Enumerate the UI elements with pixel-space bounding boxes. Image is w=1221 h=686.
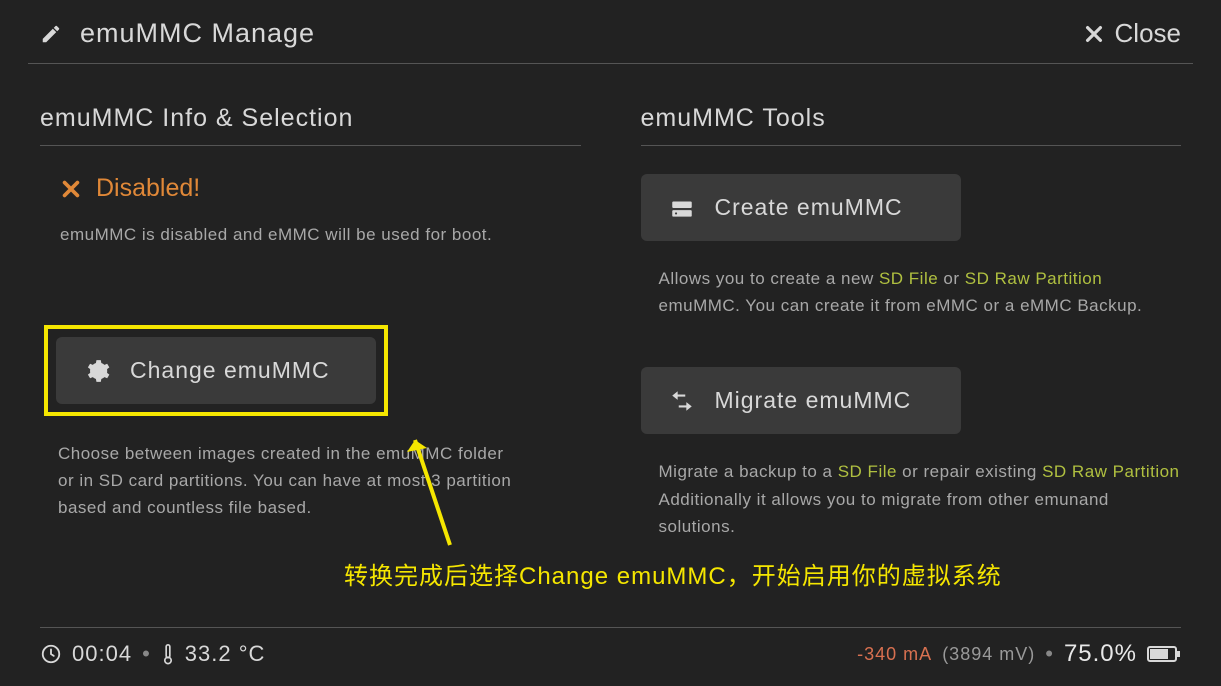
drive-icon — [669, 195, 695, 221]
section-title-tools: emuMMC Tools — [641, 104, 1182, 146]
right-column: emuMMC Tools Create emuMMC Allows you to… — [641, 104, 1182, 588]
close-label: Close — [1115, 18, 1181, 49]
close-icon — [1083, 23, 1105, 45]
clock-icon — [40, 643, 62, 665]
create-desc-or: or — [938, 269, 965, 288]
disabled-x-icon — [60, 178, 82, 200]
footer-left: 00:04 • 33.2 °C — [40, 641, 265, 667]
create-desc-sd: SD File — [879, 269, 938, 288]
migrate-icon — [669, 388, 695, 414]
footer-time: 00:04 — [72, 641, 132, 667]
change-description: Choose between images created in the emu… — [58, 440, 581, 522]
status-label: Disabled! — [96, 174, 200, 203]
migrate-desc-pre: Migrate a backup to a — [659, 462, 838, 481]
status-row: Disabled! — [60, 174, 581, 203]
change-emummc-label: Change emuMMC — [130, 357, 330, 384]
battery-icon — [1147, 644, 1181, 664]
change-desc-line3: based and countless file based. — [58, 498, 312, 517]
status-description: emuMMC is disabled and eMMC will be used… — [60, 225, 581, 245]
migrate-emummc-label: Migrate emuMMC — [715, 387, 912, 414]
migrate-desc-line3: solutions. — [659, 517, 736, 536]
migrate-description: Migrate a backup to a SD File or repair … — [659, 458, 1182, 540]
create-emummc-label: Create emuMMC — [715, 194, 903, 221]
create-desc-line2: emuMMC. You can create it from eMMC or a… — [659, 296, 1143, 315]
footer-voltage: (3894 mV) — [942, 644, 1035, 665]
pencil-icon — [40, 23, 62, 45]
footer-right: -340 mA (3894 mV) • 75.0% — [857, 640, 1181, 668]
thermometer-icon — [161, 643, 175, 665]
gear-icon — [84, 358, 110, 384]
main-content: emuMMC Info & Selection Disabled! emuMMC… — [0, 64, 1221, 588]
create-emummc-button[interactable]: Create emuMMC — [641, 174, 961, 241]
change-desc-line2: or in SD card partitions. You can have a… — [58, 471, 511, 490]
close-button[interactable]: Close — [1083, 18, 1181, 49]
section-title-info: emuMMC Info & Selection — [40, 104, 581, 146]
change-desc-line1: Choose between images created in the emu… — [58, 444, 504, 463]
footer-bar: 00:04 • 33.2 °C -340 mA (3894 mV) • 75.0… — [0, 613, 1221, 686]
footer-current: -340 mA — [857, 644, 932, 665]
separator-dot: • — [142, 641, 151, 667]
footer-temp: 33.2 °C — [185, 641, 266, 667]
change-emummc-button[interactable]: Change emuMMC — [56, 337, 376, 404]
page-title: emuMMC Manage — [80, 18, 315, 49]
migrate-emummc-button[interactable]: Migrate emuMMC — [641, 367, 961, 434]
migrate-desc-raw: SD Raw Partition — [1042, 462, 1179, 481]
header-bar: emuMMC Manage Close — [0, 0, 1221, 63]
footer-divider — [40, 627, 1181, 628]
migrate-desc-line2: Additionally it allows you to migrate fr… — [659, 490, 1109, 509]
footer-battery-pct: 75.0% — [1064, 640, 1137, 668]
create-desc-pre: Allows you to create a new — [659, 269, 879, 288]
annotation-text: 转换完成后选择Change emuMMC，开始启用你的虚拟系统 — [344, 556, 1002, 591]
create-desc-raw: SD Raw Partition — [965, 269, 1102, 288]
migrate-desc-sd: SD File — [838, 462, 897, 481]
header-left: emuMMC Manage — [40, 18, 315, 49]
create-description: Allows you to create a new SD File or SD… — [659, 265, 1182, 319]
change-emummc-highlight: Change emuMMC — [44, 325, 388, 416]
left-column: emuMMC Info & Selection Disabled! emuMMC… — [40, 104, 581, 588]
migrate-desc-mid: or repair existing — [897, 462, 1042, 481]
separator-dot: • — [1045, 641, 1054, 667]
